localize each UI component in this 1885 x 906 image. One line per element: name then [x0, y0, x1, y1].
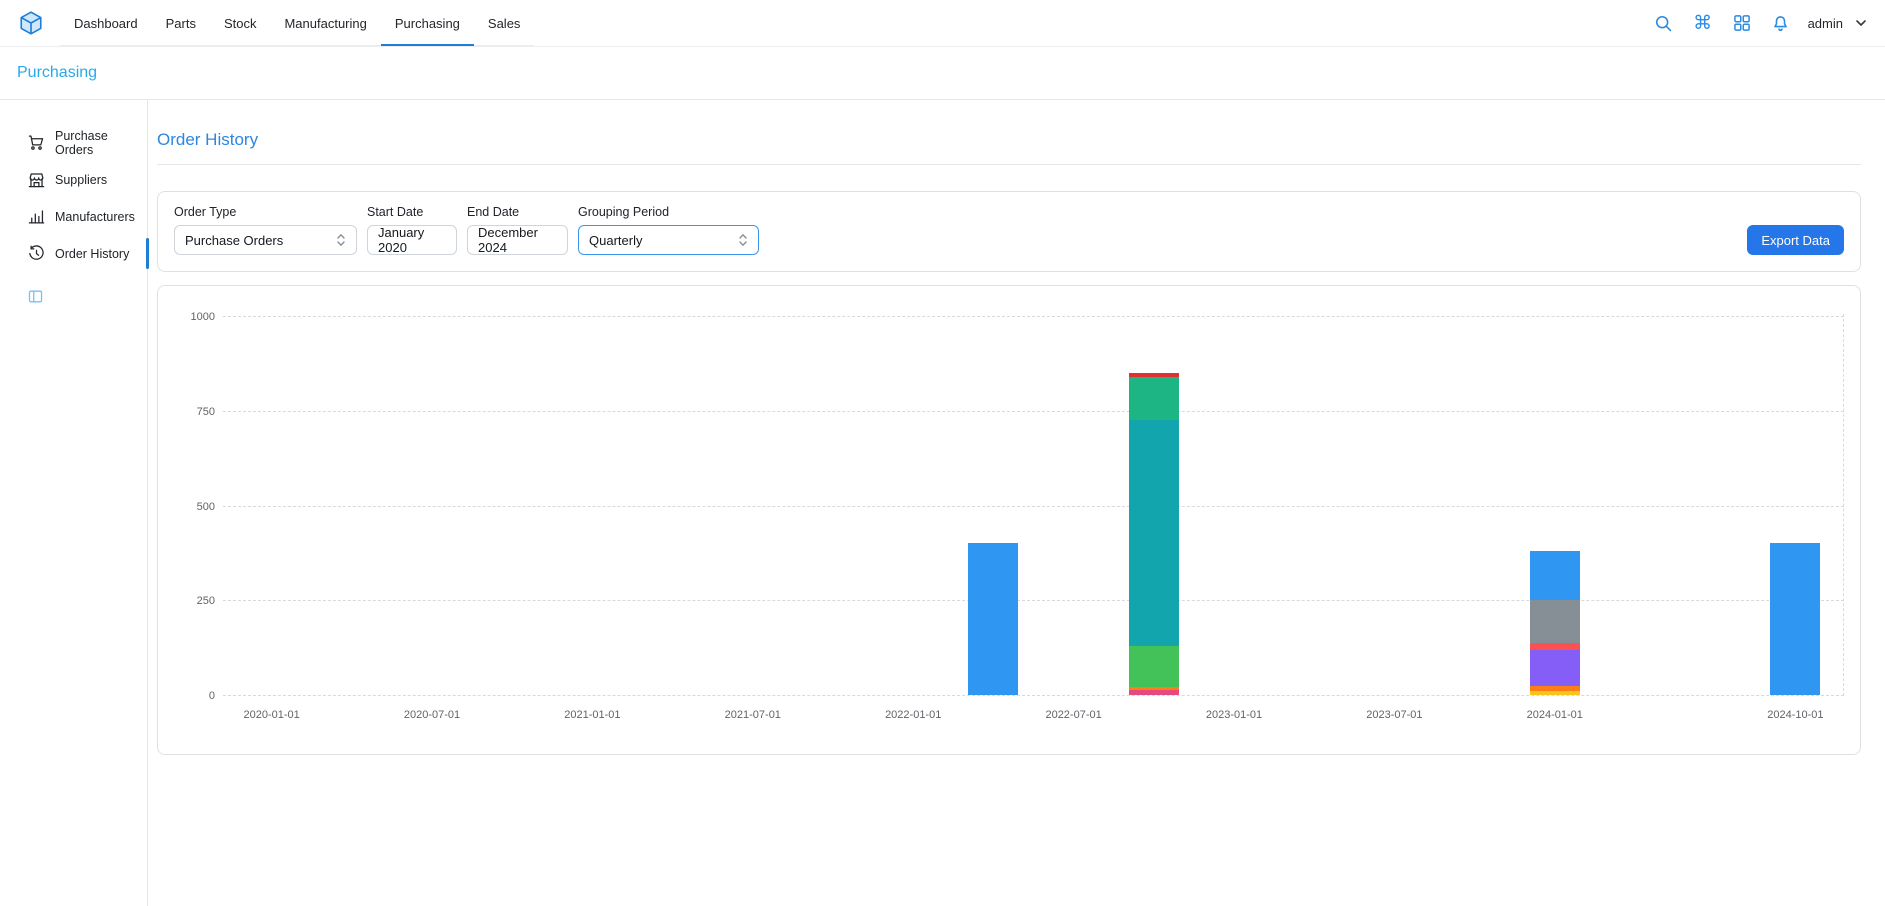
search-icon[interactable]	[1652, 11, 1676, 35]
select-chevrons-icon	[336, 232, 346, 248]
top-bar-actions: ⌘ admin	[1652, 11, 1869, 35]
y-axis-tick-label: 500	[177, 501, 215, 513]
filter-card: Order Type Purchase Orders Start Date Ja…	[157, 191, 1861, 272]
start-date-label: Start Date	[367, 205, 457, 219]
nav-tab-purchasing[interactable]: Purchasing	[381, 0, 474, 46]
y-axis-tick-label: 250	[177, 595, 215, 607]
grouping-period-field: Grouping Period Quarterly	[578, 205, 759, 255]
history-icon	[27, 244, 46, 263]
top-bar: Dashboard Parts Stock Manufacturing Purc…	[0, 0, 1885, 47]
bar-segment	[1129, 690, 1179, 695]
y-axis-tick-label: 0	[177, 690, 215, 702]
order-history-chart-card: 0 250 500 750 1000 2020-01-01 2020-07-01 2021-0…	[157, 285, 1861, 755]
gridline	[223, 316, 1844, 317]
y-axis-tick-label: 1000	[177, 311, 215, 323]
username: admin	[1808, 16, 1843, 31]
user-menu[interactable]: admin	[1808, 15, 1869, 31]
sidebar-item-label: Suppliers	[55, 173, 107, 187]
nav-tab-manufacturing[interactable]: Manufacturing	[270, 0, 380, 46]
bar-segment	[1530, 643, 1580, 650]
end-date-field: End Date December 2024	[467, 205, 568, 255]
start-date-input[interactable]: January 2020	[367, 225, 457, 255]
sidebar-item-label: Order History	[55, 247, 129, 261]
bar-segment	[1530, 691, 1580, 695]
sidebar-collapse-icon[interactable]	[27, 288, 45, 305]
sidebar-item-suppliers[interactable]: Suppliers	[0, 161, 147, 198]
page-title: Order History	[157, 130, 1861, 150]
x-axis-tick-label: 2021-07-01	[725, 709, 781, 721]
nav-tab-dashboard[interactable]: Dashboard	[60, 0, 152, 46]
grouping-period-value: Quarterly	[589, 233, 642, 248]
breadcrumb-bar: Purchasing	[0, 47, 1885, 100]
plot-right-edge-line	[1843, 314, 1844, 696]
main-panel: Order History Order Type Purchase Orders…	[148, 100, 1885, 906]
order-type-select[interactable]: Purchase Orders	[174, 225, 357, 255]
building-store-icon	[27, 170, 46, 189]
sidebar-item-manufacturers[interactable]: Manufacturers	[0, 198, 147, 235]
bar-segment	[1129, 377, 1179, 421]
grouping-period-select[interactable]: Quarterly	[578, 225, 759, 255]
nav-tab-stock[interactable]: Stock	[210, 0, 271, 46]
factory-icon	[27, 207, 46, 226]
end-date-input[interactable]: December 2024	[467, 225, 568, 255]
stacked-bar-2024-01-01[interactable]	[1530, 551, 1580, 695]
x-axis-tick-label: 2021-01-01	[564, 709, 620, 721]
x-axis-tick-label: 2022-07-01	[1045, 709, 1101, 721]
sidebar-item-purchase-orders[interactable]: Purchase Orders	[0, 124, 147, 161]
x-axis-tick-label: 2020-07-01	[404, 709, 460, 721]
x-axis-tick-label: 2023-01-01	[1206, 709, 1262, 721]
x-axis-tick-label: 2024-10-01	[1767, 709, 1823, 721]
bar-segment	[1530, 650, 1580, 686]
nav-tab-parts[interactable]: Parts	[152, 0, 210, 46]
x-axis-tick-label: 2024-01-01	[1527, 709, 1583, 721]
main-nav: Dashboard Parts Stock Manufacturing Purc…	[60, 0, 534, 46]
sidebar-item-order-history[interactable]: Order History	[0, 235, 147, 272]
chevron-down-icon	[1853, 15, 1869, 31]
bar-segment	[1530, 600, 1580, 642]
start-date-value: January 2020	[378, 225, 446, 255]
y-axis-tick-label: 750	[177, 406, 215, 418]
start-date-field: Start Date January 2020	[367, 205, 457, 255]
sidebar-item-label: Purchase Orders	[55, 129, 147, 157]
command-icon[interactable]: ⌘	[1691, 11, 1715, 35]
stacked-bar-2024-10-01[interactable]	[1770, 543, 1820, 695]
bar-segment	[1129, 646, 1179, 688]
bell-icon[interactable]	[1769, 11, 1793, 35]
order-type-field: Order Type Purchase Orders	[174, 205, 357, 255]
shopping-cart-icon	[27, 133, 46, 152]
export-data-button[interactable]: Export Data	[1747, 225, 1844, 255]
order-type-value: Purchase Orders	[185, 233, 283, 248]
content-area: Purchase Orders Suppliers Manufacturers	[0, 100, 1885, 906]
sidebar-item-label: Manufacturers	[55, 210, 135, 224]
chart-plot: 025050075010002020-01-012020-07-012021-0…	[223, 302, 1844, 696]
stacked-bar-2022-04-01[interactable]	[968, 543, 1018, 695]
select-chevrons-icon	[738, 232, 748, 248]
gridline	[223, 506, 1844, 507]
bar-segment	[1530, 551, 1580, 600]
title-divider	[157, 164, 1861, 165]
x-axis-tick-label: 2022-01-01	[885, 709, 941, 721]
sidebar: Purchase Orders Suppliers Manufacturers	[0, 100, 148, 906]
gridline	[223, 695, 1844, 696]
bar-segment	[1770, 543, 1820, 695]
bar-segment	[1129, 420, 1179, 645]
bar-segment	[968, 543, 1018, 695]
apps-icon[interactable]	[1730, 11, 1754, 35]
order-type-label: Order Type	[174, 205, 357, 219]
grouping-period-label: Grouping Period	[578, 205, 759, 219]
x-axis-tick-label: 2023-07-01	[1366, 709, 1422, 721]
end-date-value: December 2024	[478, 225, 557, 255]
app-logo-icon[interactable]	[18, 10, 44, 36]
x-axis-tick-label: 2020-01-01	[243, 709, 299, 721]
gridline	[223, 600, 1844, 601]
breadcrumb[interactable]: Purchasing	[17, 64, 97, 82]
nav-tab-sales[interactable]: Sales	[474, 0, 535, 46]
stacked-bar-2022-10-01[interactable]	[1129, 373, 1179, 695]
gridline	[223, 411, 1844, 412]
end-date-label: End Date	[467, 205, 568, 219]
